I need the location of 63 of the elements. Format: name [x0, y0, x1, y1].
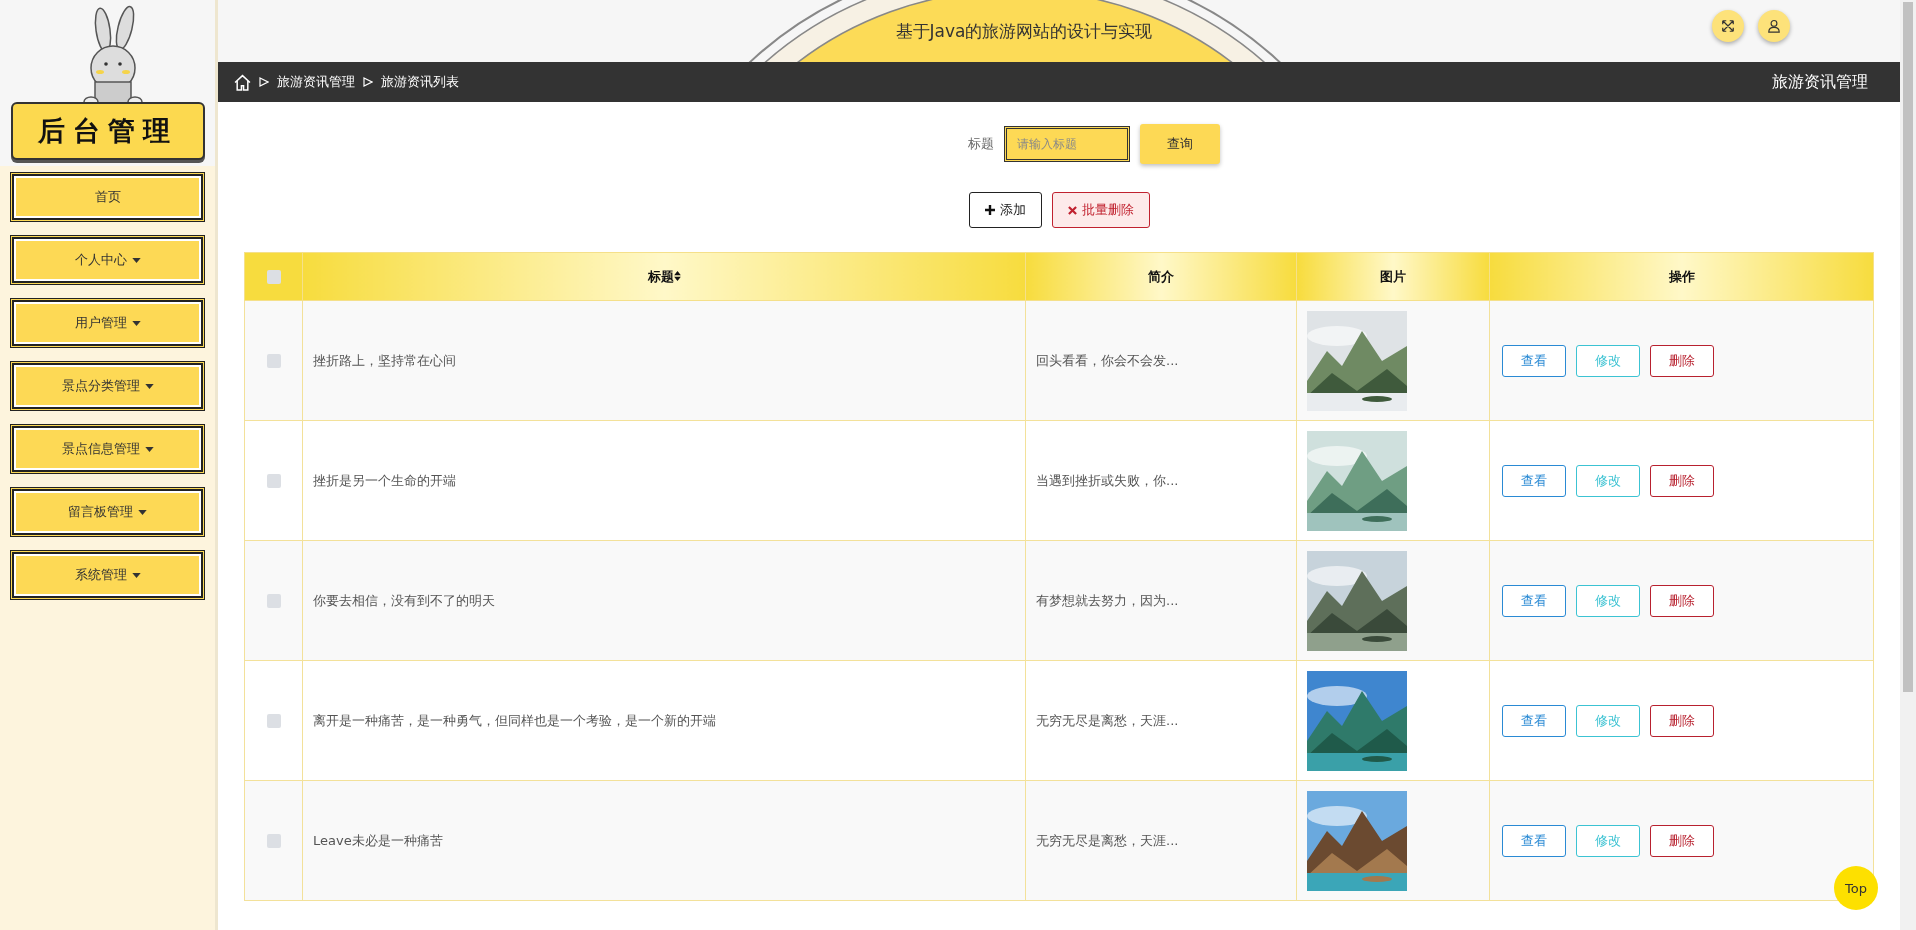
site-title: 基于Java的旅游网站的设计与实现	[895, 19, 1153, 43]
table-cell: 无穷无尽是离愁，天涯...	[1036, 832, 1179, 848]
triangle-icon	[363, 77, 373, 87]
breadcrumb-link[interactable]: 旅游资讯管理	[277, 73, 355, 91]
page-title: 旅游资讯管理	[1772, 71, 1868, 93]
search-field[interactable]: 请输入标题	[1004, 126, 1130, 162]
checkbox[interactable]	[266, 474, 281, 489]
breadcrumb-link[interactable]: 旅游资讯列表	[381, 73, 459, 91]
view-button[interactable]: 查看	[1502, 464, 1566, 497]
caret-icon	[131, 257, 141, 263]
caret-icon	[138, 509, 147, 515]
table-cell: 有梦想就去努力，因为...	[1036, 592, 1179, 608]
view-button[interactable]: 查看	[1502, 584, 1566, 617]
scrollbar[interactable]	[1900, 0, 1916, 930]
caret-icon	[131, 320, 141, 326]
caret-icon	[144, 383, 154, 389]
sidebar-item[interactable]: 用户管理	[10, 298, 205, 348]
checkbox[interactable]	[266, 354, 281, 369]
column-header[interactable]: 标题	[647, 268, 674, 284]
column-header: 操作	[1668, 268, 1695, 284]
field-label: 标题	[968, 135, 994, 153]
view-button[interactable]: 查看	[1502, 344, 1566, 377]
sidebar-item[interactable]: 景点分类管理	[10, 361, 205, 411]
search-button[interactable]: 查询	[1140, 124, 1220, 164]
caret-icon	[131, 572, 141, 578]
table-cell: 你要去相信，没有到不了的明天	[313, 592, 495, 608]
user-icon[interactable]	[1758, 10, 1790, 42]
sidebar-item[interactable]: 系统管理	[10, 550, 205, 600]
sort-icon[interactable]	[673, 270, 681, 281]
checkbox[interactable]	[266, 834, 281, 849]
caret-icon	[144, 446, 154, 452]
checkbox[interactable]	[266, 270, 281, 285]
back-to-top-button[interactable]: Top	[1834, 866, 1878, 910]
table-cell: 离开是一种痛苦，是一种勇气，但同样也是一个考验，是一个新的开端	[313, 712, 716, 728]
triangle-icon	[259, 77, 269, 87]
sidebar-item[interactable]: 首页	[10, 172, 205, 222]
table-cell: Leave未必是一种痛苦	[313, 832, 443, 848]
sidebar-title: 后台管理	[10, 102, 205, 160]
sidebar-item[interactable]: 景点信息管理	[10, 424, 205, 474]
column-header: 简介	[1148, 268, 1174, 284]
home-icon[interactable]	[234, 73, 251, 91]
delete-button[interactable]: 删除	[1650, 344, 1714, 377]
table-cell: 挫折路上，坚持常在心间	[313, 352, 456, 368]
table-cell: 当遇到挫折或失败，你...	[1036, 472, 1179, 488]
column-header: 图片	[1380, 268, 1406, 284]
close-icon	[1067, 205, 1077, 215]
delete-button[interactable]: 删除	[1650, 584, 1714, 617]
checkbox[interactable]	[266, 594, 281, 609]
batch-delete-button[interactable]: 批量删除	[1051, 192, 1150, 228]
delete-button[interactable]: 删除	[1650, 704, 1714, 737]
view-button[interactable]: 查看	[1502, 824, 1566, 857]
delete-button[interactable]: 删除	[1650, 824, 1714, 857]
view-button[interactable]: 查看	[1502, 704, 1566, 737]
fullscreen-icon[interactable]	[1712, 10, 1744, 42]
table-cell: 回头看看，你会不会发...	[1036, 352, 1179, 368]
checkbox[interactable]	[266, 714, 281, 729]
sidebar-item[interactable]: 留言板管理	[10, 487, 205, 537]
table-cell: 挫折是另一个生命的开端	[313, 472, 456, 488]
add-button[interactable]: 添加	[968, 192, 1042, 228]
delete-button[interactable]: 删除	[1650, 464, 1714, 497]
table-cell: 无穷无尽是离愁，天涯...	[1036, 712, 1179, 728]
plus-icon	[984, 205, 995, 215]
sidebar-item[interactable]: 个人中心	[10, 235, 205, 285]
